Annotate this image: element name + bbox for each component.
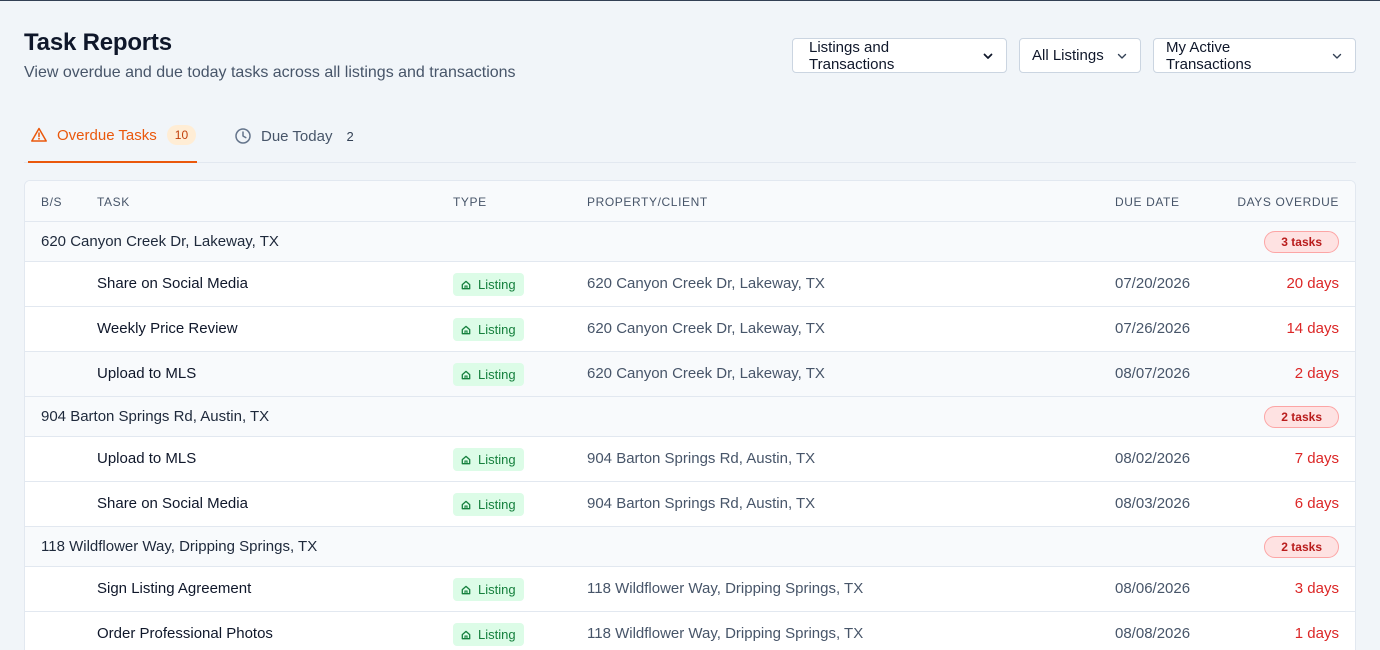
column-header-days-overdue[interactable]: DAYS OVERDUE (1237, 195, 1339, 209)
listings-filter-dropdown[interactable]: All Listings (1019, 38, 1141, 73)
days-overdue: 14 days (1286, 320, 1339, 337)
tab-overdue-label: Overdue Tasks (57, 126, 157, 144)
home-icon (461, 325, 471, 335)
days-overdue: 2 days (1294, 365, 1339, 382)
type-badge: Listing (453, 448, 524, 471)
chevron-down-icon (1116, 50, 1128, 62)
due-date: 08/06/2026 (1115, 580, 1191, 597)
home-icon (461, 280, 471, 290)
scope-select[interactable]: Listings and Transactions (792, 38, 1007, 73)
overdue-tasks-table: B/S TASK TYPE PROPERTY/CLIENT DUE DATE D… (24, 180, 1356, 650)
property-client: 904 Barton Springs Rd, Austin, TX (587, 495, 816, 512)
chevron-down-icon (1331, 50, 1343, 62)
type-badge: Listing (453, 493, 524, 516)
type-label: Listing (478, 367, 516, 382)
group-row[interactable]: 620 Canyon Creek Dr, Lakeway, TX 3 tasks (25, 222, 1355, 262)
warning-triangle-icon (30, 126, 48, 144)
report-tabs: Overdue Tasks 10 Due Today 2 (24, 109, 1356, 163)
table-row[interactable]: Upload to MLS Listing 904 Barton Springs… (25, 437, 1355, 482)
group-property-name: 118 Wildflower Way, Dripping Springs, TX (41, 538, 318, 555)
page-title: Task Reports (24, 29, 172, 56)
table-row[interactable]: Sign Listing Agreement Listing 118 Wildf… (25, 567, 1355, 612)
days-overdue: 6 days (1294, 495, 1339, 512)
page-header: Task Reports View overdue and due today … (24, 1, 1356, 101)
tab-due-today[interactable]: Due Today 2 (232, 109, 354, 163)
home-icon (461, 585, 471, 595)
due-today-count-badge: 2 (346, 128, 354, 144)
task-name: Upload to MLS (97, 365, 197, 382)
type-label: Listing (478, 322, 516, 337)
task-name: Share on Social Media (97, 495, 248, 512)
type-label: Listing (478, 277, 516, 292)
due-date: 07/26/2026 (1115, 320, 1191, 337)
group-task-count-badge: 3 tasks (1264, 231, 1339, 253)
task-reports-page: Task Reports View overdue and due today … (24, 1, 1356, 650)
overdue-count-badge: 10 (166, 125, 197, 145)
transactions-filter-dropdown[interactable]: My Active Transactions (1153, 38, 1356, 73)
listings-filter-value: All Listings (1032, 47, 1104, 64)
table-header: B/S TASK TYPE PROPERTY/CLIENT DUE DATE D… (25, 181, 1355, 222)
group-task-count-badge: 2 tasks (1264, 406, 1339, 428)
table-row[interactable]: Upload to MLS Listing 620 Canyon Creek D… (25, 352, 1355, 397)
due-date: 08/02/2026 (1115, 450, 1191, 467)
chevron-down-icon (982, 50, 994, 62)
home-icon (461, 370, 471, 380)
table-row[interactable]: Order Professional Photos Listing 118 Wi… (25, 612, 1355, 650)
group-task-count-badge: 2 tasks (1264, 536, 1339, 558)
type-label: Listing (478, 452, 516, 467)
task-name: Share on Social Media (97, 275, 248, 292)
transactions-filter-value: My Active Transactions (1166, 38, 1252, 73)
type-badge: Listing (453, 578, 524, 601)
home-icon (461, 500, 471, 510)
task-name: Order Professional Photos (97, 625, 273, 642)
filters-bar: Listings and Transactions All Listings M… (792, 38, 1356, 73)
scope-select-value: Listings and Transactions (809, 38, 895, 73)
table-row[interactable]: Share on Social Media Listing 904 Barton… (25, 482, 1355, 527)
property-client: 620 Canyon Creek Dr, Lakeway, TX (587, 320, 825, 337)
type-label: Listing (478, 582, 516, 597)
property-client: 118 Wildflower Way, Dripping Springs, TX (587, 625, 864, 642)
tab-due-today-label: Due Today (261, 127, 333, 145)
table-row[interactable]: Share on Social Media Listing 620 Canyon… (25, 262, 1355, 307)
column-header-property[interactable]: PROPERTY/CLIENT (587, 195, 708, 209)
days-overdue: 3 days (1294, 580, 1339, 597)
type-label: Listing (478, 627, 516, 642)
table-row[interactable]: Weekly Price Review Listing 620 Canyon C… (25, 307, 1355, 352)
page-subtitle: View overdue and due today tasks across … (24, 64, 516, 81)
home-icon (461, 630, 471, 640)
type-label: Listing (478, 497, 516, 512)
tab-overdue-tasks[interactable]: Overdue Tasks 10 (28, 109, 197, 163)
task-name: Weekly Price Review (97, 320, 238, 337)
due-date: 08/08/2026 (1115, 625, 1191, 642)
group-row[interactable]: 118 Wildflower Way, Dripping Springs, TX… (25, 527, 1355, 567)
task-name: Upload to MLS (97, 450, 197, 467)
clock-icon (234, 127, 252, 145)
property-client: 904 Barton Springs Rd, Austin, TX (587, 450, 816, 467)
home-icon (461, 455, 471, 465)
type-badge: Listing (453, 623, 524, 646)
property-client: 620 Canyon Creek Dr, Lakeway, TX (587, 365, 825, 382)
group-property-name: 620 Canyon Creek Dr, Lakeway, TX (41, 233, 279, 250)
due-date: 08/03/2026 (1115, 495, 1191, 512)
task-name: Sign Listing Agreement (97, 580, 252, 597)
property-client: 620 Canyon Creek Dr, Lakeway, TX (587, 275, 825, 292)
due-date: 08/07/2026 (1115, 365, 1191, 382)
column-header-type[interactable]: TYPE (453, 195, 487, 209)
type-badge: Listing (453, 273, 524, 296)
type-badge: Listing (453, 363, 524, 386)
column-header-bs[interactable]: B/S (41, 195, 62, 209)
days-overdue: 7 days (1294, 450, 1339, 467)
due-date: 07/20/2026 (1115, 275, 1191, 292)
days-overdue: 20 days (1286, 275, 1339, 292)
column-header-due-date[interactable]: DUE DATE (1115, 195, 1180, 209)
column-header-task[interactable]: TASK (97, 195, 130, 209)
property-client: 118 Wildflower Way, Dripping Springs, TX (587, 580, 864, 597)
days-overdue: 1 days (1294, 625, 1339, 642)
group-property-name: 904 Barton Springs Rd, Austin, TX (41, 408, 270, 425)
type-badge: Listing (453, 318, 524, 341)
group-row[interactable]: 904 Barton Springs Rd, Austin, TX 2 task… (25, 397, 1355, 437)
